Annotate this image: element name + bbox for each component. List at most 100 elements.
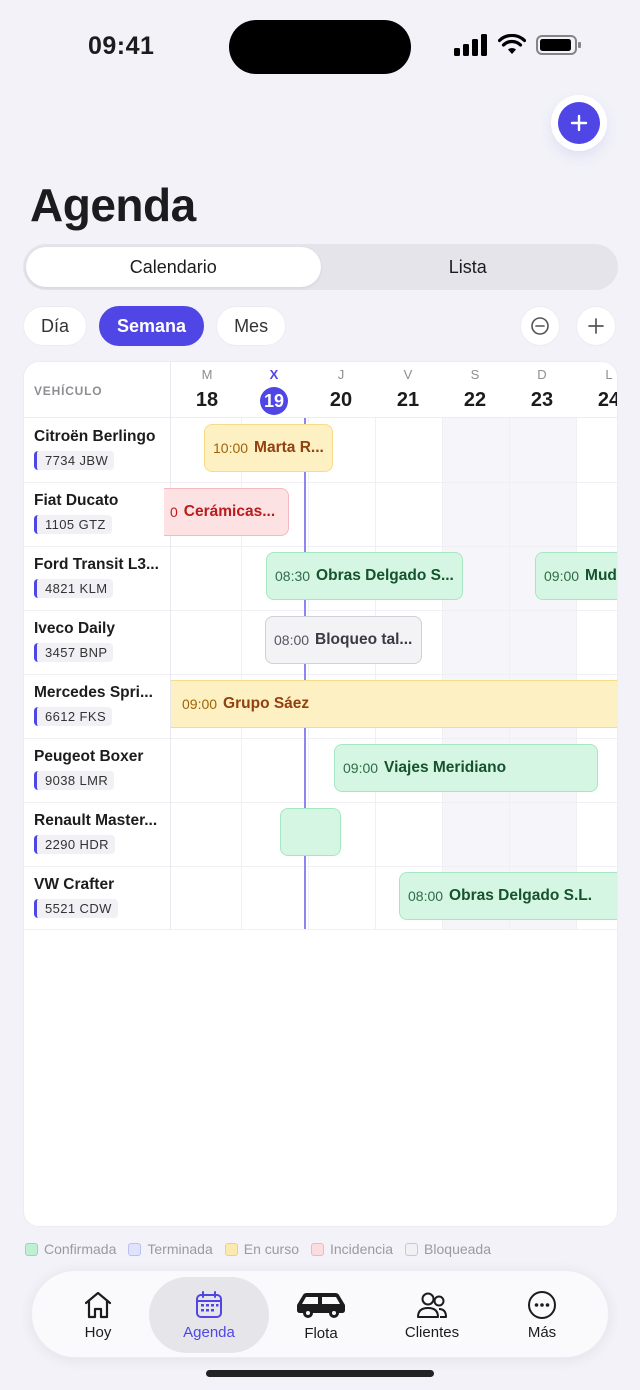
- event-time: 08:00: [408, 888, 444, 904]
- chip-semana[interactable]: Semana: [99, 306, 205, 346]
- legend-label: Confirmada: [44, 1241, 117, 1257]
- row-divider: [24, 802, 617, 803]
- day-header[interactable]: M 18: [174, 367, 240, 413]
- booking-event[interactable]: 0 Cerámicas...: [164, 488, 289, 536]
- day-letter: L: [605, 367, 613, 382]
- vehicle-column-divider: [170, 362, 171, 929]
- battery-icon: [536, 35, 581, 55]
- signal-icon: [454, 34, 487, 56]
- segment-lista[interactable]: Lista: [321, 247, 616, 287]
- tab-hoy[interactable]: Hoy: [38, 1277, 158, 1353]
- zoom-out-button[interactable]: [520, 306, 560, 346]
- legend-swatch: [25, 1242, 38, 1256]
- tab-clientes[interactable]: Clientes: [372, 1277, 492, 1353]
- vehicle-row-label[interactable]: Mercedes Spri... 6612 FKS: [34, 684, 164, 726]
- license-plate: 5521 CDW: [34, 899, 118, 918]
- vehicle-name: Iveco Daily: [34, 620, 115, 637]
- legend-label: Terminada: [147, 1241, 213, 1257]
- event-time: 08:00: [274, 632, 310, 648]
- tab-flota[interactable]: Flota: [261, 1277, 381, 1353]
- day-header[interactable]: S 22: [442, 367, 508, 413]
- row-divider: [24, 482, 617, 483]
- license-plate: 4821 KLM: [34, 579, 114, 598]
- plus-icon: [570, 114, 588, 132]
- booking-event[interactable]: 08:00 Obras Delgado S.L.: [399, 872, 617, 920]
- zoom-out-icon: [531, 317, 549, 335]
- booking-event[interactable]: 08:30 Obras Delgado S...: [266, 552, 463, 600]
- vehicle-row-label[interactable]: VW Crafter 5521 CDW: [34, 876, 164, 918]
- license-plate: 2290 HDR: [34, 835, 115, 854]
- users-icon: [417, 1292, 447, 1318]
- tab-agenda[interactable]: Agenda: [149, 1277, 269, 1353]
- vehicle-row-label[interactable]: Fiat Ducato 1105 GTZ: [34, 492, 164, 534]
- row-divider: [24, 674, 617, 675]
- legend-item: Confirmada: [25, 1241, 116, 1257]
- chip-dia[interactable]: Día: [23, 306, 88, 346]
- row-divider: [24, 738, 617, 739]
- license-plate: 3457 BNP: [34, 643, 114, 662]
- status-icons: [454, 34, 582, 56]
- booking-event[interactable]: 08:00 Bloqueo tal...: [265, 616, 422, 664]
- vehicle-row-label[interactable]: Iveco Daily 3457 BNP: [34, 620, 164, 662]
- vehicle-name: Mercedes Spri...: [34, 684, 153, 701]
- legend-swatch: [224, 1242, 238, 1256]
- vehicle-name: Renault Master...: [34, 812, 158, 829]
- day-header[interactable]: J 20: [308, 367, 374, 413]
- day-number: 24: [597, 389, 618, 411]
- legend-swatch: [405, 1242, 419, 1256]
- day-letter: V: [403, 367, 413, 382]
- booking-event[interactable]: 10:00 Marta R...: [204, 424, 333, 472]
- license-plate: 7734 JBW: [34, 451, 115, 470]
- vehicle-row-label[interactable]: Ford Transit L3... 4821 KLM: [34, 556, 164, 598]
- day-letter: S: [470, 367, 480, 382]
- tab-mas[interactable]: Más: [482, 1277, 602, 1353]
- tab-label: Flota: [304, 1324, 338, 1342]
- event-time: 08:30: [275, 568, 311, 584]
- event-label: Mud: [585, 567, 617, 584]
- day-letter: X: [269, 367, 279, 382]
- event-label: Bloqueo tal...: [315, 631, 413, 648]
- car-icon: [297, 1292, 345, 1318]
- day-header[interactable]: L 24: [576, 367, 618, 413]
- event-time: 10:00: [213, 440, 249, 456]
- license-plate: 9038 LMR: [34, 771, 115, 790]
- tab-bar: Hoy Agenda Flota Clientes Más: [31, 1270, 609, 1358]
- row-divider: [24, 866, 617, 867]
- day-number-today: 19: [260, 387, 288, 415]
- dynamic-island: [229, 20, 411, 74]
- day-header[interactable]: D 23: [509, 367, 575, 413]
- event-label: Viajes Meridiano: [384, 759, 507, 776]
- legend-item: Incidencia: [311, 1241, 393, 1257]
- segment-calendario[interactable]: Calendario: [26, 247, 321, 287]
- vehicle-name: VW Crafter: [34, 876, 115, 893]
- legend-swatch: [311, 1242, 324, 1256]
- tab-label: Clientes: [404, 1323, 460, 1341]
- booking-event[interactable]: 09:00 Mud: [535, 552, 617, 600]
- legend-label: Bloqueada: [424, 1241, 491, 1257]
- wifi-icon: [498, 34, 526, 54]
- day-number: 21: [396, 389, 420, 411]
- day-letter: M: [201, 367, 213, 382]
- zoom-in-button[interactable]: [576, 306, 616, 346]
- home-indicator: [206, 1370, 434, 1377]
- header-divider: [24, 417, 617, 418]
- legend-item: Terminada: [128, 1241, 213, 1257]
- booking-event[interactable]: [280, 808, 341, 856]
- day-number: 18: [195, 389, 219, 411]
- vehicle-row-label[interactable]: Citroën Berlingo 7734 JBW: [34, 428, 164, 470]
- day-header[interactable]: V 21: [375, 367, 441, 413]
- event-label: Marta R...: [254, 439, 324, 456]
- vehicle-row-label[interactable]: Peugeot Boxer 9038 LMR: [34, 748, 164, 790]
- more-icon: [528, 1290, 556, 1319]
- home-icon: [84, 1291, 112, 1318]
- chip-mes[interactable]: Mes: [216, 306, 287, 346]
- status-time: 09:41: [88, 32, 155, 60]
- booking-event[interactable]: 09:00 Viajes Meridiano: [334, 744, 598, 792]
- add-booking-button[interactable]: [558, 102, 600, 144]
- event-label: Grupo Sáez: [223, 695, 310, 712]
- vehicle-row-label[interactable]: Renault Master... 2290 HDR: [34, 812, 164, 854]
- legend-label: Incidencia: [330, 1241, 394, 1257]
- booking-event[interactable]: 09:00 Grupo Sáez: [171, 680, 617, 728]
- day-header-today[interactable]: X 19: [241, 367, 307, 415]
- license-plate: 1105 GTZ: [34, 515, 112, 534]
